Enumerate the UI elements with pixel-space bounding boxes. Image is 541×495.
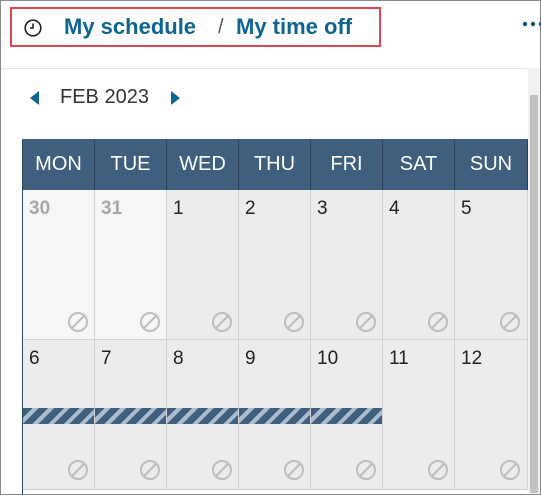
weekday-header-sun: SUN (455, 139, 528, 190)
calendar-grid: MON TUE WED THU FRI SAT SUN 30 31 1 2 3 4 5 6 7 8 9 10 11 1… (22, 139, 528, 495)
not-available-icon (283, 311, 305, 333)
day-number: 8 (173, 348, 184, 369)
calendar-day-cell[interactable]: 31 (95, 190, 167, 340)
weekday-header-wed: WED (167, 139, 239, 190)
weekday-header-fri: FRI (311, 139, 383, 190)
breadcrumb-my-time-off[interactable]: My time off (236, 14, 352, 40)
day-number: 31 (101, 198, 123, 219)
not-available-icon (67, 311, 89, 333)
day-number: 5 (461, 198, 472, 219)
calendar-day-cell[interactable]: 8 (167, 340, 239, 490)
day-number: 3 (317, 198, 328, 219)
time-off-bar[interactable] (23, 408, 94, 424)
day-number: 11 (389, 348, 409, 369)
day-number: 30 (29, 198, 51, 219)
not-available-icon (67, 459, 89, 481)
calendar-day-cell[interactable]: 6 (23, 340, 95, 490)
day-number: 7 (101, 348, 112, 369)
calendar-day-cell[interactable]: 3 (311, 190, 383, 340)
not-available-icon (499, 459, 521, 481)
day-number: 12 (461, 348, 483, 369)
not-available-icon (139, 459, 161, 481)
weekday-header-sat: SAT (383, 139, 455, 190)
time-off-bar[interactable] (311, 408, 382, 424)
time-off-bar[interactable] (95, 408, 166, 424)
calendar-day-cell[interactable]: 11 (383, 340, 455, 490)
day-number: 6 (29, 348, 40, 369)
breadcrumb-my-schedule[interactable]: My schedule (64, 14, 196, 40)
weekday-header-row: MON TUE WED THU FRI SAT SUN (23, 139, 528, 190)
not-available-icon (427, 459, 449, 481)
not-available-icon (211, 459, 233, 481)
clock-icon (24, 19, 42, 37)
day-number: 10 (317, 348, 339, 369)
calendar-day-cell[interactable]: 9 (239, 340, 311, 490)
header-divider (1, 68, 527, 69)
month-label: FEB 2023 (60, 86, 149, 108)
not-available-icon (355, 311, 377, 333)
more-horizontal-icon[interactable] (522, 14, 541, 34)
weekday-header-thu: THU (239, 139, 311, 190)
calendar-day-cell[interactable]: 2 (239, 190, 311, 340)
not-available-icon (499, 311, 521, 333)
calendar-day-cell[interactable]: 10 (311, 340, 383, 490)
day-number: 1 (173, 198, 184, 219)
day-number: 2 (245, 198, 256, 219)
calendar-day-cell[interactable]: 1 (167, 190, 239, 340)
weekday-header-tue: TUE (95, 139, 167, 190)
calendar-day-cell[interactable]: 4 (383, 190, 455, 340)
not-available-icon (139, 311, 161, 333)
previous-month-icon[interactable] (30, 91, 39, 105)
not-available-icon (211, 311, 233, 333)
time-off-bar[interactable] (239, 408, 310, 424)
not-available-icon (355, 459, 377, 481)
scrollbar-thumb[interactable] (530, 95, 538, 493)
next-month-icon[interactable] (171, 91, 180, 105)
breadcrumb-separator: / (218, 16, 224, 38)
time-off-bar[interactable] (167, 408, 238, 424)
day-number: 4 (389, 198, 400, 219)
calendar-day-cell[interactable]: 7 (95, 340, 167, 490)
calendar-day-cell[interactable]: 12 (455, 340, 528, 490)
not-available-icon (427, 311, 449, 333)
calendar-day-cell[interactable]: 30 (23, 190, 95, 340)
not-available-icon (283, 459, 305, 481)
day-number: 9 (245, 348, 256, 369)
weekday-header-mon: MON (23, 139, 95, 190)
calendar-day-cell[interactable]: 5 (455, 190, 528, 340)
